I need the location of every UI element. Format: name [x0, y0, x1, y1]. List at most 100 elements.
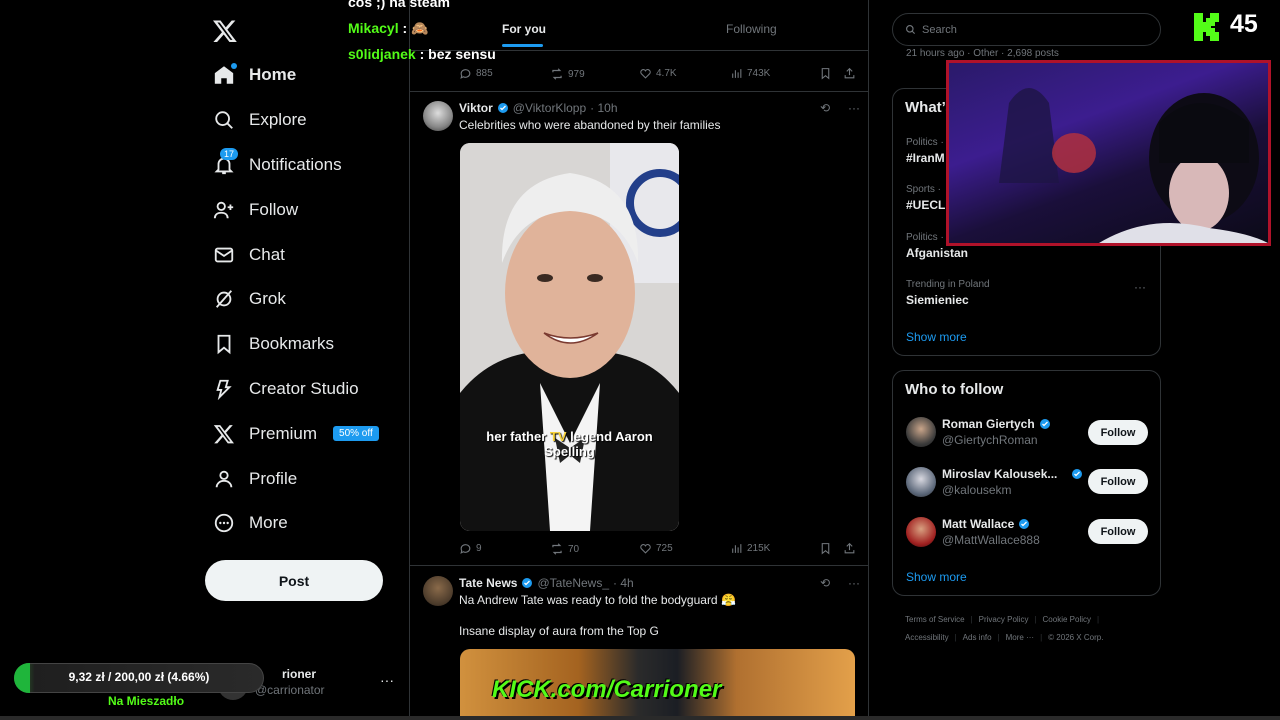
nav-more[interactable]: More: [213, 501, 413, 546]
share-button[interactable]: [843, 542, 856, 555]
who-to-follow-show-more[interactable]: Show more: [906, 570, 967, 584]
user-name: Roman Giertych: [942, 417, 1035, 431]
trend-item[interactable]: #UECL: [906, 198, 945, 212]
nav-creator-studio[interactable]: Creator Studio: [213, 367, 413, 412]
nav-profile[interactable]: Profile: [213, 456, 413, 501]
chat-message: Mikacyl : 🙈: [348, 20, 428, 37]
timeline-tabs: For you Following: [410, 10, 868, 50]
follow-button[interactable]: Follow: [1088, 519, 1148, 544]
avatar[interactable]: [906, 467, 936, 497]
caption-highlight: TV: [549, 429, 567, 444]
more-icon[interactable]: ···: [1134, 280, 1146, 294]
avatar[interactable]: [423, 576, 453, 606]
tweet-time[interactable]: · 10h: [590, 101, 617, 115]
more-icon[interactable]: ···: [848, 101, 860, 115]
more-icon[interactable]: ···: [848, 576, 860, 590]
column-divider: [868, 0, 869, 720]
copyright: © 2026 X Corp.: [1048, 633, 1104, 642]
trend-item[interactable]: Siemieniec: [906, 293, 969, 307]
envelope-icon: [213, 244, 235, 266]
footer-link[interactable]: Accessibility: [905, 633, 949, 642]
search-input[interactable]: [922, 23, 1122, 36]
footer-link[interactable]: Terms of Service: [905, 615, 965, 624]
bookmark-icon: [213, 333, 235, 355]
tab-following[interactable]: Following: [726, 22, 777, 36]
avatar[interactable]: [906, 417, 936, 447]
chat-text: : bez sensu: [415, 46, 496, 62]
reply-count: 885: [476, 68, 493, 79]
nav-explore[interactable]: Explore: [213, 98, 413, 143]
tweet-author-handle[interactable]: @ViktorKlopp: [513, 101, 586, 115]
account-more-icon[interactable]: ···: [380, 672, 394, 688]
footer-link[interactable]: Ads info: [963, 633, 992, 642]
donation-goal-label: Na Mieszadło: [108, 694, 185, 708]
avatar[interactable]: [906, 517, 936, 547]
chat-message: cos ;) na steam: [348, 0, 450, 10]
trend-category: Sports ·: [906, 184, 942, 195]
nav-premium[interactable]: Premium 50% off: [213, 411, 413, 456]
bookmark-button[interactable]: [819, 67, 832, 80]
tweet-top-actions: ⟲ ···: [820, 576, 860, 590]
trends-show-more[interactable]: Show more: [906, 330, 967, 344]
caption-text: her father: [486, 429, 550, 444]
views-button[interactable]: 743K: [730, 67, 770, 80]
footer-link[interactable]: More ···: [1006, 633, 1034, 642]
nav-bookmarks[interactable]: Bookmarks: [213, 322, 413, 367]
footer-link[interactable]: Privacy Policy: [979, 615, 1029, 624]
reply-button[interactable]: 885: [459, 67, 493, 80]
tweet-time[interactable]: · 4h: [613, 576, 634, 590]
tweet-author-handle[interactable]: @TateNews_: [537, 576, 609, 590]
post-button[interactable]: Post: [205, 560, 383, 601]
trend-category: Trending in Poland: [906, 279, 990, 290]
repost-count: 70: [568, 543, 580, 555]
tweet-image[interactable]: her father TV legend Aaron Spelling: [460, 143, 679, 531]
active-tab-indicator: [502, 44, 543, 47]
x-logo-icon: [213, 423, 235, 445]
trend-item[interactable]: #IranM: [906, 151, 945, 165]
bookmark-button[interactable]: [819, 542, 832, 555]
bottom-bar: [0, 716, 1280, 720]
premium-discount-badge: 50% off: [333, 426, 379, 442]
views-button[interactable]: 215K: [730, 542, 770, 555]
heart-icon: [640, 544, 651, 554]
grok-icon[interactable]: ⟲: [820, 576, 830, 590]
share-button[interactable]: [843, 67, 856, 80]
nav-grok[interactable]: Grok: [213, 277, 413, 322]
grok-icon[interactable]: ⟲: [820, 101, 830, 115]
portrait-image: [460, 143, 679, 531]
verified-badge-icon: [497, 103, 508, 113]
nav-label: Grok: [249, 289, 286, 309]
nav-chat[interactable]: Chat: [213, 232, 413, 277]
nav-label: Premium: [249, 423, 318, 443]
tweet-author-name[interactable]: Viktor: [459, 101, 493, 115]
webcam-feed: [999, 88, 1268, 243]
search-bar[interactable]: [892, 13, 1161, 46]
nav-label: Creator Studio: [249, 378, 359, 398]
like-button[interactable]: 725: [639, 542, 673, 555]
x-logo-icon[interactable]: [212, 18, 238, 44]
repost-button[interactable]: 70: [550, 542, 579, 556]
account-name[interactable]: rioner: [282, 667, 316, 681]
follow-button[interactable]: Follow: [1088, 469, 1148, 494]
tab-for-you[interactable]: For you: [502, 22, 546, 36]
suggested-user-name[interactable]: Miroslav Kalousek...: [942, 467, 1083, 481]
trend-meta: 21 hours ago · Other · 2,698 posts: [906, 48, 1059, 59]
nav-follow[interactable]: Follow: [213, 187, 413, 232]
suggested-user-name[interactable]: Matt Wallace: [942, 517, 1030, 531]
suggested-user-name[interactable]: Roman Giertych: [942, 417, 1051, 431]
repost-button[interactable]: 979: [550, 67, 585, 81]
views-icon: [732, 544, 742, 553]
nav-notifications[interactable]: 17 Notifications: [213, 143, 413, 188]
nav-label: Home: [249, 65, 297, 85]
like-button[interactable]: 4.7K: [639, 67, 677, 80]
repost-icon: [552, 68, 562, 80]
follow-button[interactable]: Follow: [1088, 420, 1148, 445]
trend-item[interactable]: Afganistan: [906, 246, 968, 260]
reply-button[interactable]: 9: [459, 542, 482, 555]
nav-label: Profile: [249, 468, 298, 488]
divider: [410, 565, 868, 566]
avatar[interactable]: [423, 101, 453, 131]
tweet-author-name[interactable]: Tate News: [459, 576, 517, 590]
trend-category: Politics ·: [906, 137, 944, 148]
footer-link[interactable]: Cookie Policy: [1043, 615, 1091, 624]
